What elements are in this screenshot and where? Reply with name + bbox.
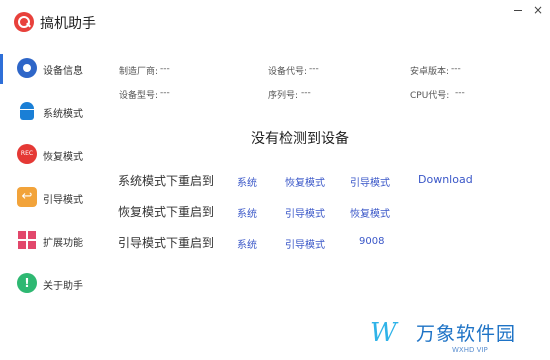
info-icon: ! <box>17 273 37 293</box>
android-icon <box>17 101 37 121</box>
reboot-link[interactable]: 9008 <box>359 236 384 247</box>
close-button[interactable]: × <box>531 4 545 18</box>
minimize-button[interactable] <box>511 6 525 16</box>
watermark-logo: W <box>370 318 397 348</box>
sidebar: 设备信息 系统模式 REC 恢复模式 ↩ 引导模式 扩展功能 ! 关于助手 <box>0 40 100 360</box>
sidebar-item-label: 系统模式 <box>43 109 83 120</box>
cpu-label: CPU代号: <box>410 91 450 101</box>
watermark-text: 万象软件园 <box>416 323 517 345</box>
sidebar-item-label: 设备信息 <box>43 66 83 77</box>
reboot-link[interactable]: 恢复模式 <box>285 174 325 189</box>
manufacturer-label: 制造厂商: <box>119 67 159 77</box>
reboot-link[interactable]: 系统 <box>237 236 257 251</box>
android-version-value: --- <box>451 64 461 74</box>
sidebar-item-system-mode[interactable]: 系统模式 <box>0 91 100 131</box>
cpu-value: --- <box>455 88 465 98</box>
rec-icon: REC <box>17 144 37 164</box>
sidebar-item-label: 恢复模式 <box>43 152 83 163</box>
reboot-link[interactable]: 系统 <box>237 205 257 220</box>
title-bar: 搞机助手 × <box>0 0 550 40</box>
reboot-link[interactable]: 恢复模式 <box>350 205 390 220</box>
reboot-link[interactable]: Download <box>418 173 473 186</box>
sidebar-item-bootloader-mode[interactable]: ↩ 引导模式 <box>0 177 100 217</box>
serial-value: --- <box>301 88 311 98</box>
sidebar-item-recovery-mode[interactable]: REC 恢复模式 <box>0 134 100 174</box>
reboot-row-label: 系统模式下重启到 <box>118 174 215 188</box>
model-value: --- <box>160 88 170 98</box>
device-code-label: 设备代号: <box>268 67 308 77</box>
device-code-value: --- <box>309 64 319 74</box>
app-logo-icon <box>14 12 34 32</box>
sidebar-item-device-info[interactable]: 设备信息 <box>0 48 100 88</box>
status-message: 没有检测到设备 <box>251 131 349 147</box>
sidebar-item-label: 扩展功能 <box>43 238 83 249</box>
serial-label: 序列号: <box>268 91 299 101</box>
model-label: 设备型号: <box>119 91 159 101</box>
sidebar-item-label: 关于助手 <box>43 281 83 292</box>
reboot-row-label: 恢复模式下重启到 <box>118 205 215 219</box>
watermark: W 万象软件园 WXHD VIP <box>370 318 540 358</box>
back-arrow-icon: ↩ <box>17 187 37 207</box>
android-version-label: 安卓版本: <box>410 67 450 77</box>
grid-icon <box>17 230 37 250</box>
manufacturer-value: --- <box>160 64 170 74</box>
gear-icon <box>17 58 37 78</box>
reboot-link[interactable]: 引导模式 <box>285 236 325 251</box>
reboot-link[interactable]: 引导模式 <box>350 174 390 189</box>
sidebar-item-about[interactable]: ! 关于助手 <box>0 263 100 303</box>
reboot-link[interactable]: 引导模式 <box>285 205 325 220</box>
sidebar-item-extensions[interactable]: 扩展功能 <box>0 220 100 260</box>
reboot-link[interactable]: 系统 <box>237 174 257 189</box>
sidebar-item-label: 引导模式 <box>43 195 83 206</box>
watermark-subtext: WXHD VIP <box>452 346 488 354</box>
app-title: 搞机助手 <box>40 16 96 32</box>
reboot-row-label: 引导模式下重启到 <box>118 236 215 250</box>
